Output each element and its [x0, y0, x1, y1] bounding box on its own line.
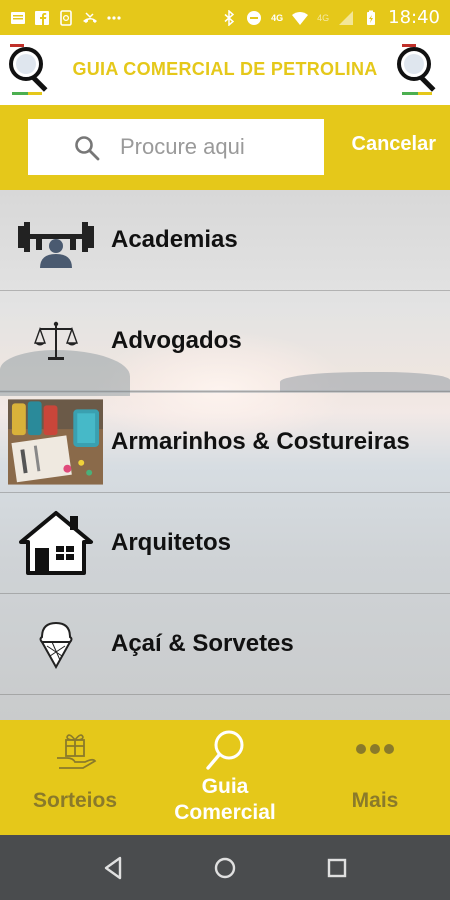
tab-label: Sorteios — [32, 789, 118, 812]
search-icon — [206, 730, 244, 770]
list-item-label: Advogados — [111, 327, 242, 354]
wifi-icon — [292, 11, 309, 25]
network-4g-label-2: 4G — [317, 12, 330, 23]
bluetooth-icon — [224, 9, 235, 26]
magnifier-logo-right — [397, 44, 436, 95]
clock: 18:40 — [388, 7, 440, 28]
ice-cream-cone-icon — [8, 601, 103, 687]
search-input[interactable] — [120, 129, 310, 165]
more-notifications-icon — [107, 15, 121, 20]
list-item-partial[interactable] — [0, 695, 450, 720]
battery-icon — [367, 10, 376, 25]
notification-icons — [10, 9, 122, 26]
recents-icon[interactable] — [322, 853, 352, 883]
tab-label: Mais — [351, 789, 399, 812]
weightlifting-icon — [8, 197, 103, 283]
system-status-icons: 4G 4G 18:40 — [221, 7, 440, 28]
facebook-icon — [35, 10, 49, 25]
scales-of-justice-icon — [8, 298, 103, 384]
category-list: Academias Advogados Armarinhos & Costure… — [0, 190, 450, 720]
header-title: GUIA COMERCIAL DE PETROLINA — [72, 59, 378, 79]
list-item-advogados[interactable]: Advogados — [0, 291, 450, 392]
list-item-armarinhos-costureiras[interactable]: Armarinhos & Costureiras — [0, 392, 450, 493]
list-item-label: Açaí & Sorvetes — [111, 630, 294, 657]
sewing-thread-photo — [8, 399, 103, 485]
cell-signal-icon — [339, 10, 354, 25]
missed-call-icon — [83, 11, 97, 23]
more-dots-icon — [356, 744, 394, 754]
search-icon — [75, 136, 100, 161]
search-area: Cancelar — [0, 105, 450, 190]
bottom-navigation: Sorteios Guia Comercial Mais — [0, 720, 450, 835]
list-item-label: Arquitetos — [111, 529, 231, 556]
status-bar: 4G 4G 18:40 — [0, 0, 450, 35]
tab-guia-comercial[interactable]: Guia Comercial — [150, 720, 300, 835]
network-4g-label: 4G — [271, 12, 284, 23]
back-icon[interactable] — [98, 853, 128, 883]
tab-label: Guia Comercial — [174, 775, 276, 824]
list-item-academias[interactable]: Academias — [0, 190, 450, 291]
system-navigation-bar — [0, 835, 450, 900]
search-box[interactable] — [28, 119, 324, 175]
tab-sorteios[interactable]: Sorteios — [0, 720, 150, 835]
tab-mais[interactable]: Mais — [300, 720, 450, 835]
gift-hand-icon — [57, 734, 97, 769]
list-item-label: Armarinhos & Costureiras — [111, 428, 410, 455]
partial-item-icon — [8, 703, 103, 721]
list-item-acai-sorvetes[interactable]: Açaí & Sorvetes — [0, 594, 450, 695]
list-item-label: Academias — [111, 226, 238, 253]
phone-sync-icon — [60, 9, 72, 26]
message-icon — [11, 11, 25, 24]
magnifier-logo-left — [9, 44, 48, 95]
do-not-disturb-icon — [247, 10, 262, 25]
cancel-button[interactable]: Cancelar — [352, 133, 437, 156]
home-icon[interactable] — [210, 853, 240, 883]
list-item-arquitetos[interactable]: Arquitetos — [0, 493, 450, 594]
app-header: GUIA COMERCIAL DE PETROLINA — [0, 35, 450, 105]
house-icon — [8, 500, 103, 586]
